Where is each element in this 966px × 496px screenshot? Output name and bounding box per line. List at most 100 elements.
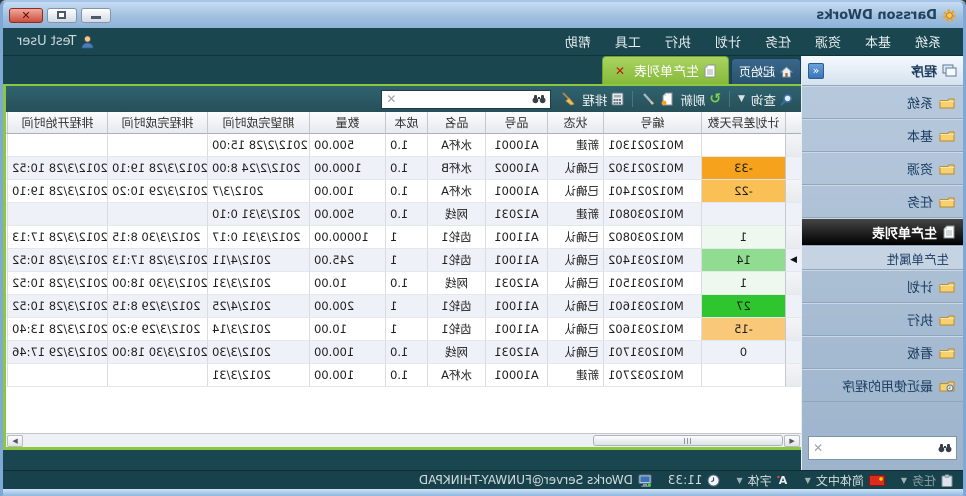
sidebar-item-看板[interactable]: 看板	[802, 336, 963, 369]
refresh-icon: ↻	[709, 92, 721, 106]
dropdown-caret-icon[interactable]: ▼	[805, 476, 811, 485]
table-row[interactable]: 0M012031701已确认A12031网线1.0100.002012/3/30…	[6, 341, 801, 364]
column-header-期望完成时间[interactable]: 期望完成时间	[207, 112, 309, 134]
column-header-排程完成时间[interactable]: 排程完成时间	[107, 112, 207, 134]
tab-起始页[interactable]: 起始页	[731, 58, 801, 84]
cell-qty: 10.00	[309, 272, 385, 295]
query-button[interactable]: 查询	[751, 90, 793, 109]
toolbar-search-input[interactable]	[400, 91, 528, 107]
user-indicator[interactable]: Test User	[13, 34, 94, 49]
table-row[interactable]: 1M012030802已确认A11001齿轮1110000.002012/3/3…	[6, 226, 801, 249]
cell-marker	[6, 157, 7, 180]
close-button[interactable]: ✕	[9, 8, 43, 23]
sidebar-search-box[interactable]: ✕	[808, 436, 957, 460]
tab-close-icon[interactable]: ✕	[615, 64, 625, 78]
column-header-成本[interactable]: 成本	[385, 112, 427, 134]
cell-qty: 100.00	[309, 364, 385, 387]
cell-finish	[107, 134, 207, 157]
query-dropdown-icon[interactable]: ▼	[738, 94, 745, 104]
binoculars-icon[interactable]	[938, 443, 952, 453]
clock-icon	[707, 474, 720, 487]
column-header-排程开始时间[interactable]: 排程开始时间	[7, 112, 107, 134]
cell-indicator	[785, 203, 801, 226]
current-row-indicator-icon: ▶	[785, 249, 801, 272]
sidebar-item-系统[interactable]: 系统	[802, 86, 963, 119]
column-header-品名[interactable]: 品名	[427, 112, 485, 134]
refresh-button[interactable]: ↻ 刷新	[680, 90, 721, 109]
cell-finish: 2012/3/29 9:20	[107, 318, 207, 341]
cell-code: M012031602	[603, 318, 701, 341]
table-row[interactable]: M012032701新建A10001水杯A1.0100.002012/3/31	[6, 364, 801, 387]
flag-icon	[869, 475, 885, 486]
binoculars-icon[interactable]	[532, 94, 546, 104]
menu-item-系统[interactable]: 系统	[903, 28, 953, 55]
table-row[interactable]: ▶14M012031402已确认A11001齿轮11245.002012/4/1…	[6, 249, 801, 272]
sidebar-item-资源[interactable]: 资源	[802, 152, 963, 185]
folder-icon	[939, 162, 955, 175]
window-copy-icon	[942, 64, 957, 77]
column-header-计划差异天数[interactable]: 计划差异天数	[701, 112, 785, 134]
menu-item-资源[interactable]: 资源	[803, 28, 853, 55]
menu-item-工具[interactable]: 工具	[603, 28, 653, 55]
scroll-right-icon[interactable]: ▶	[7, 435, 23, 447]
sidebar-item-最近使用的程序[interactable]: 最近使用的程序	[802, 369, 963, 402]
cell-item_no: A11001	[485, 318, 547, 341]
column-header-排[interactable]: 排	[6, 112, 7, 134]
menu-item-基本[interactable]: 基本	[853, 28, 903, 55]
cell-due: 2012/3/30	[207, 341, 309, 364]
collapse-sidebar-button[interactable]: «	[808, 63, 824, 79]
menu-item-帮助[interactable]: 帮助	[553, 28, 603, 55]
tab-生产单列表[interactable]: 生产单列表✕	[602, 56, 729, 84]
new-document-button[interactable]	[661, 92, 674, 106]
sidebar-item-执行[interactable]: 执行	[802, 303, 963, 336]
table-row[interactable]: -22M012021401已确认A10001水杯A1.0100.002012/3…	[6, 180, 801, 203]
sidebar-item-计划[interactable]: 计划	[802, 270, 963, 303]
status-item-任务[interactable]: 任务▼	[901, 472, 953, 489]
menu-item-执行[interactable]: 执行	[653, 28, 703, 55]
cell-item_name: 齿轮1	[427, 226, 485, 249]
sidebar-item-生产单列表[interactable]: 生产单列表	[802, 218, 963, 246]
mirrored-screenshot-stage: Darsson DWorks ✕ 系统基本资源任务计划执行工具帮助 Test U…	[0, 0, 966, 496]
dropdown-caret-icon[interactable]: ▼	[736, 476, 742, 485]
user-name: Test User	[17, 34, 76, 49]
cell-status: 新建	[547, 364, 603, 387]
column-header-indicator[interactable]	[785, 112, 801, 134]
scroll-left-icon[interactable]: ◀	[784, 435, 800, 447]
column-header-编号[interactable]: 编号	[603, 112, 701, 134]
edit-pencil-button[interactable]	[641, 92, 655, 106]
status-item-label: 简体中文	[816, 472, 864, 489]
scrollbar-thumb[interactable]	[593, 435, 783, 446]
navigation-sidebar: 程序 « 系统基本资源任务生产单列表生产单属性计划执行看板最近使用的程序 ✕	[801, 56, 963, 470]
table-row[interactable]: -33M012021302已确认A10002水杯B1.01000.002012/…	[6, 157, 801, 180]
status-item-简体中文[interactable]: 简体中文 ▼	[805, 472, 885, 489]
column-header-品号[interactable]: 品号	[485, 112, 547, 134]
status-item-字体[interactable]: A字体▼	[736, 472, 788, 489]
minimize-button[interactable]	[81, 8, 111, 23]
table-row[interactable]: 1M012031501已确认A12031网线1.010.002012/3/312…	[6, 272, 801, 295]
restore-button[interactable]	[47, 8, 77, 23]
toolbar-search-clear-icon[interactable]: ✕	[386, 92, 396, 106]
column-header-数量[interactable]: 数量	[309, 112, 385, 134]
table-row[interactable]: M012030801新建A12031网线1.0500.002012/3/31 0…	[6, 203, 801, 226]
menu-item-计划[interactable]: 计划	[703, 28, 753, 55]
menu-item-任务[interactable]: 任务	[753, 28, 803, 55]
sidebar-item-生产单属性[interactable]: 生产单属性	[802, 246, 963, 270]
sidebar-item-任务[interactable]: 任务	[802, 185, 963, 218]
sidebar-item-label: 执行	[907, 310, 933, 329]
table-row[interactable]: M012021301新建A10001水杯A1.0500.002012/2/28 …	[6, 134, 801, 157]
column-header-状态[interactable]: 状态	[547, 112, 603, 134]
status-item-DWorks Server@FUNWAY-THINKPAD[interactable]: DWorks Server@FUNWAY-THINKPAD	[419, 473, 652, 487]
cell-marker	[6, 272, 7, 295]
dropdown-caret-icon[interactable]: ▼	[901, 476, 907, 485]
sidebar-item-基本[interactable]: 基本	[802, 119, 963, 152]
clear-filter-button[interactable]	[561, 92, 576, 106]
sidebar-search-clear-icon[interactable]: ✕	[813, 441, 823, 455]
schedule-button[interactable]: 排程	[582, 90, 624, 109]
cell-item_no: A11001	[485, 226, 547, 249]
horizontal-scrollbar[interactable]: ◀ ▶	[6, 433, 801, 447]
table-row[interactable]: -15M012031602已确认A11001齿轮1110.002012/3/14…	[6, 318, 801, 341]
status-item-11:33[interactable]: 11:33	[668, 473, 721, 487]
sidebar-search-input[interactable]	[827, 440, 934, 456]
toolbar-search-box[interactable]: ✕	[381, 90, 551, 109]
table-row[interactable]: 27M012031601已确认A11001齿轮11200.002012/4/25…	[6, 295, 801, 318]
